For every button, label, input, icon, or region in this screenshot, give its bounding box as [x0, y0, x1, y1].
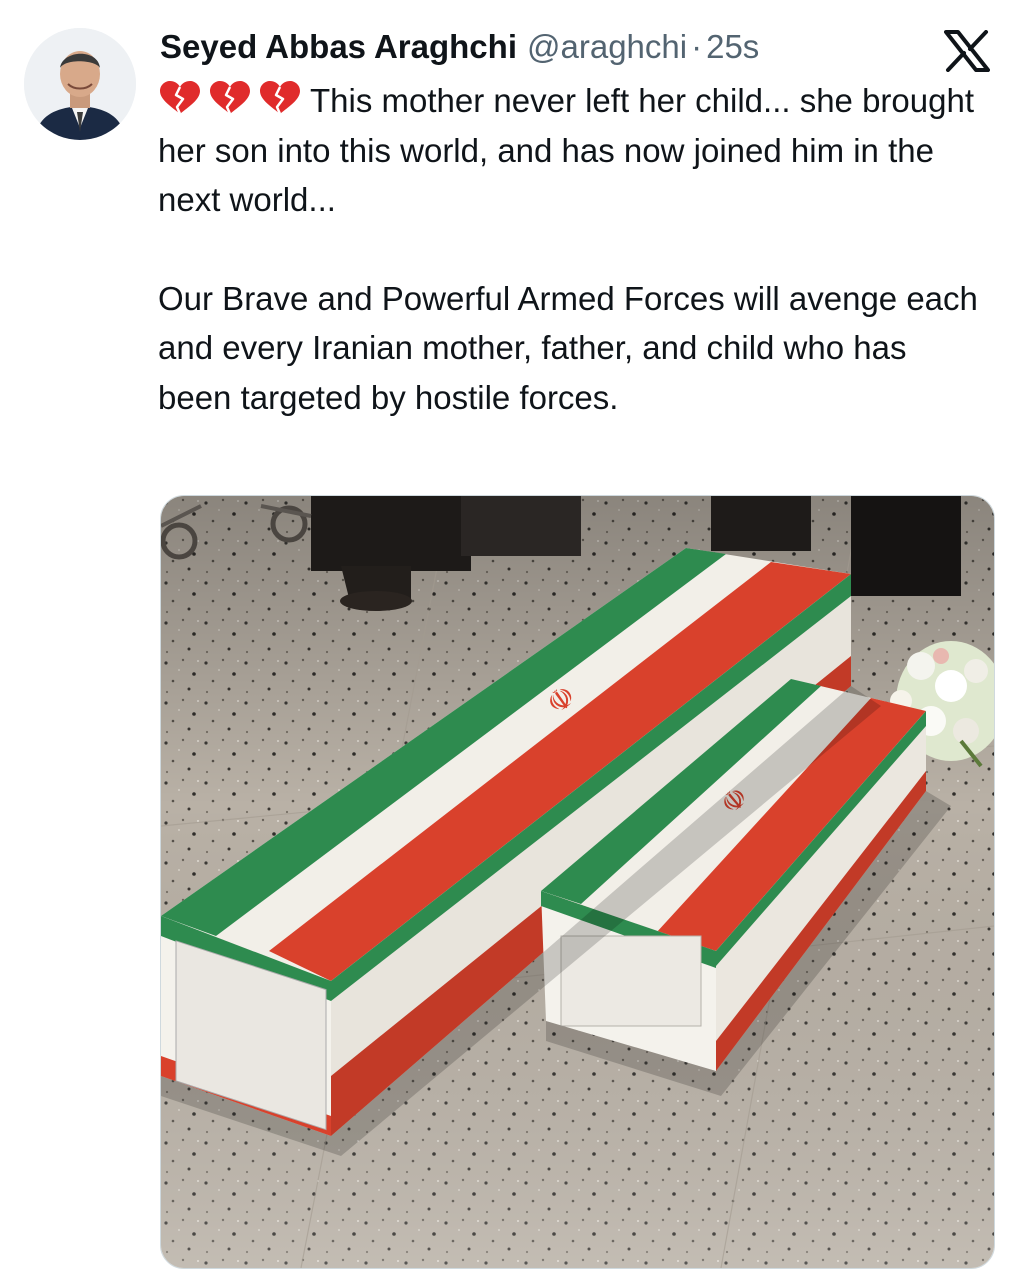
emoji-row: [158, 80, 302, 116]
broken-heart-icon: [260, 81, 300, 115]
broken-heart-icon: [210, 81, 250, 115]
x-logo-icon[interactable]: [944, 30, 990, 72]
tweet-text: This mother never left her child... she …: [158, 76, 988, 422]
tweet-timestamp[interactable]: 25s: [706, 28, 759, 66]
tweet-paragraph-1: This mother never left her child... she …: [158, 76, 988, 225]
author-handle[interactable]: @araghchi: [527, 28, 687, 66]
separator-dot: ·: [691, 28, 703, 65]
photo-coffins-flags: ☫ ☫: [161, 496, 994, 1268]
tweet-paragraph-2: Our Brave and Powerful Armed Forces will…: [158, 279, 978, 416]
tweet-header: Seyed Abbas Araghchi @araghchi · 25s: [160, 24, 759, 70]
author-name[interactable]: Seyed Abbas Araghchi: [160, 28, 517, 66]
tweet-media-photo[interactable]: ☫ ☫: [160, 495, 995, 1269]
avatar-portrait-icon: [24, 28, 136, 140]
author-avatar[interactable]: [24, 28, 136, 140]
broken-heart-icon: [160, 81, 200, 115]
